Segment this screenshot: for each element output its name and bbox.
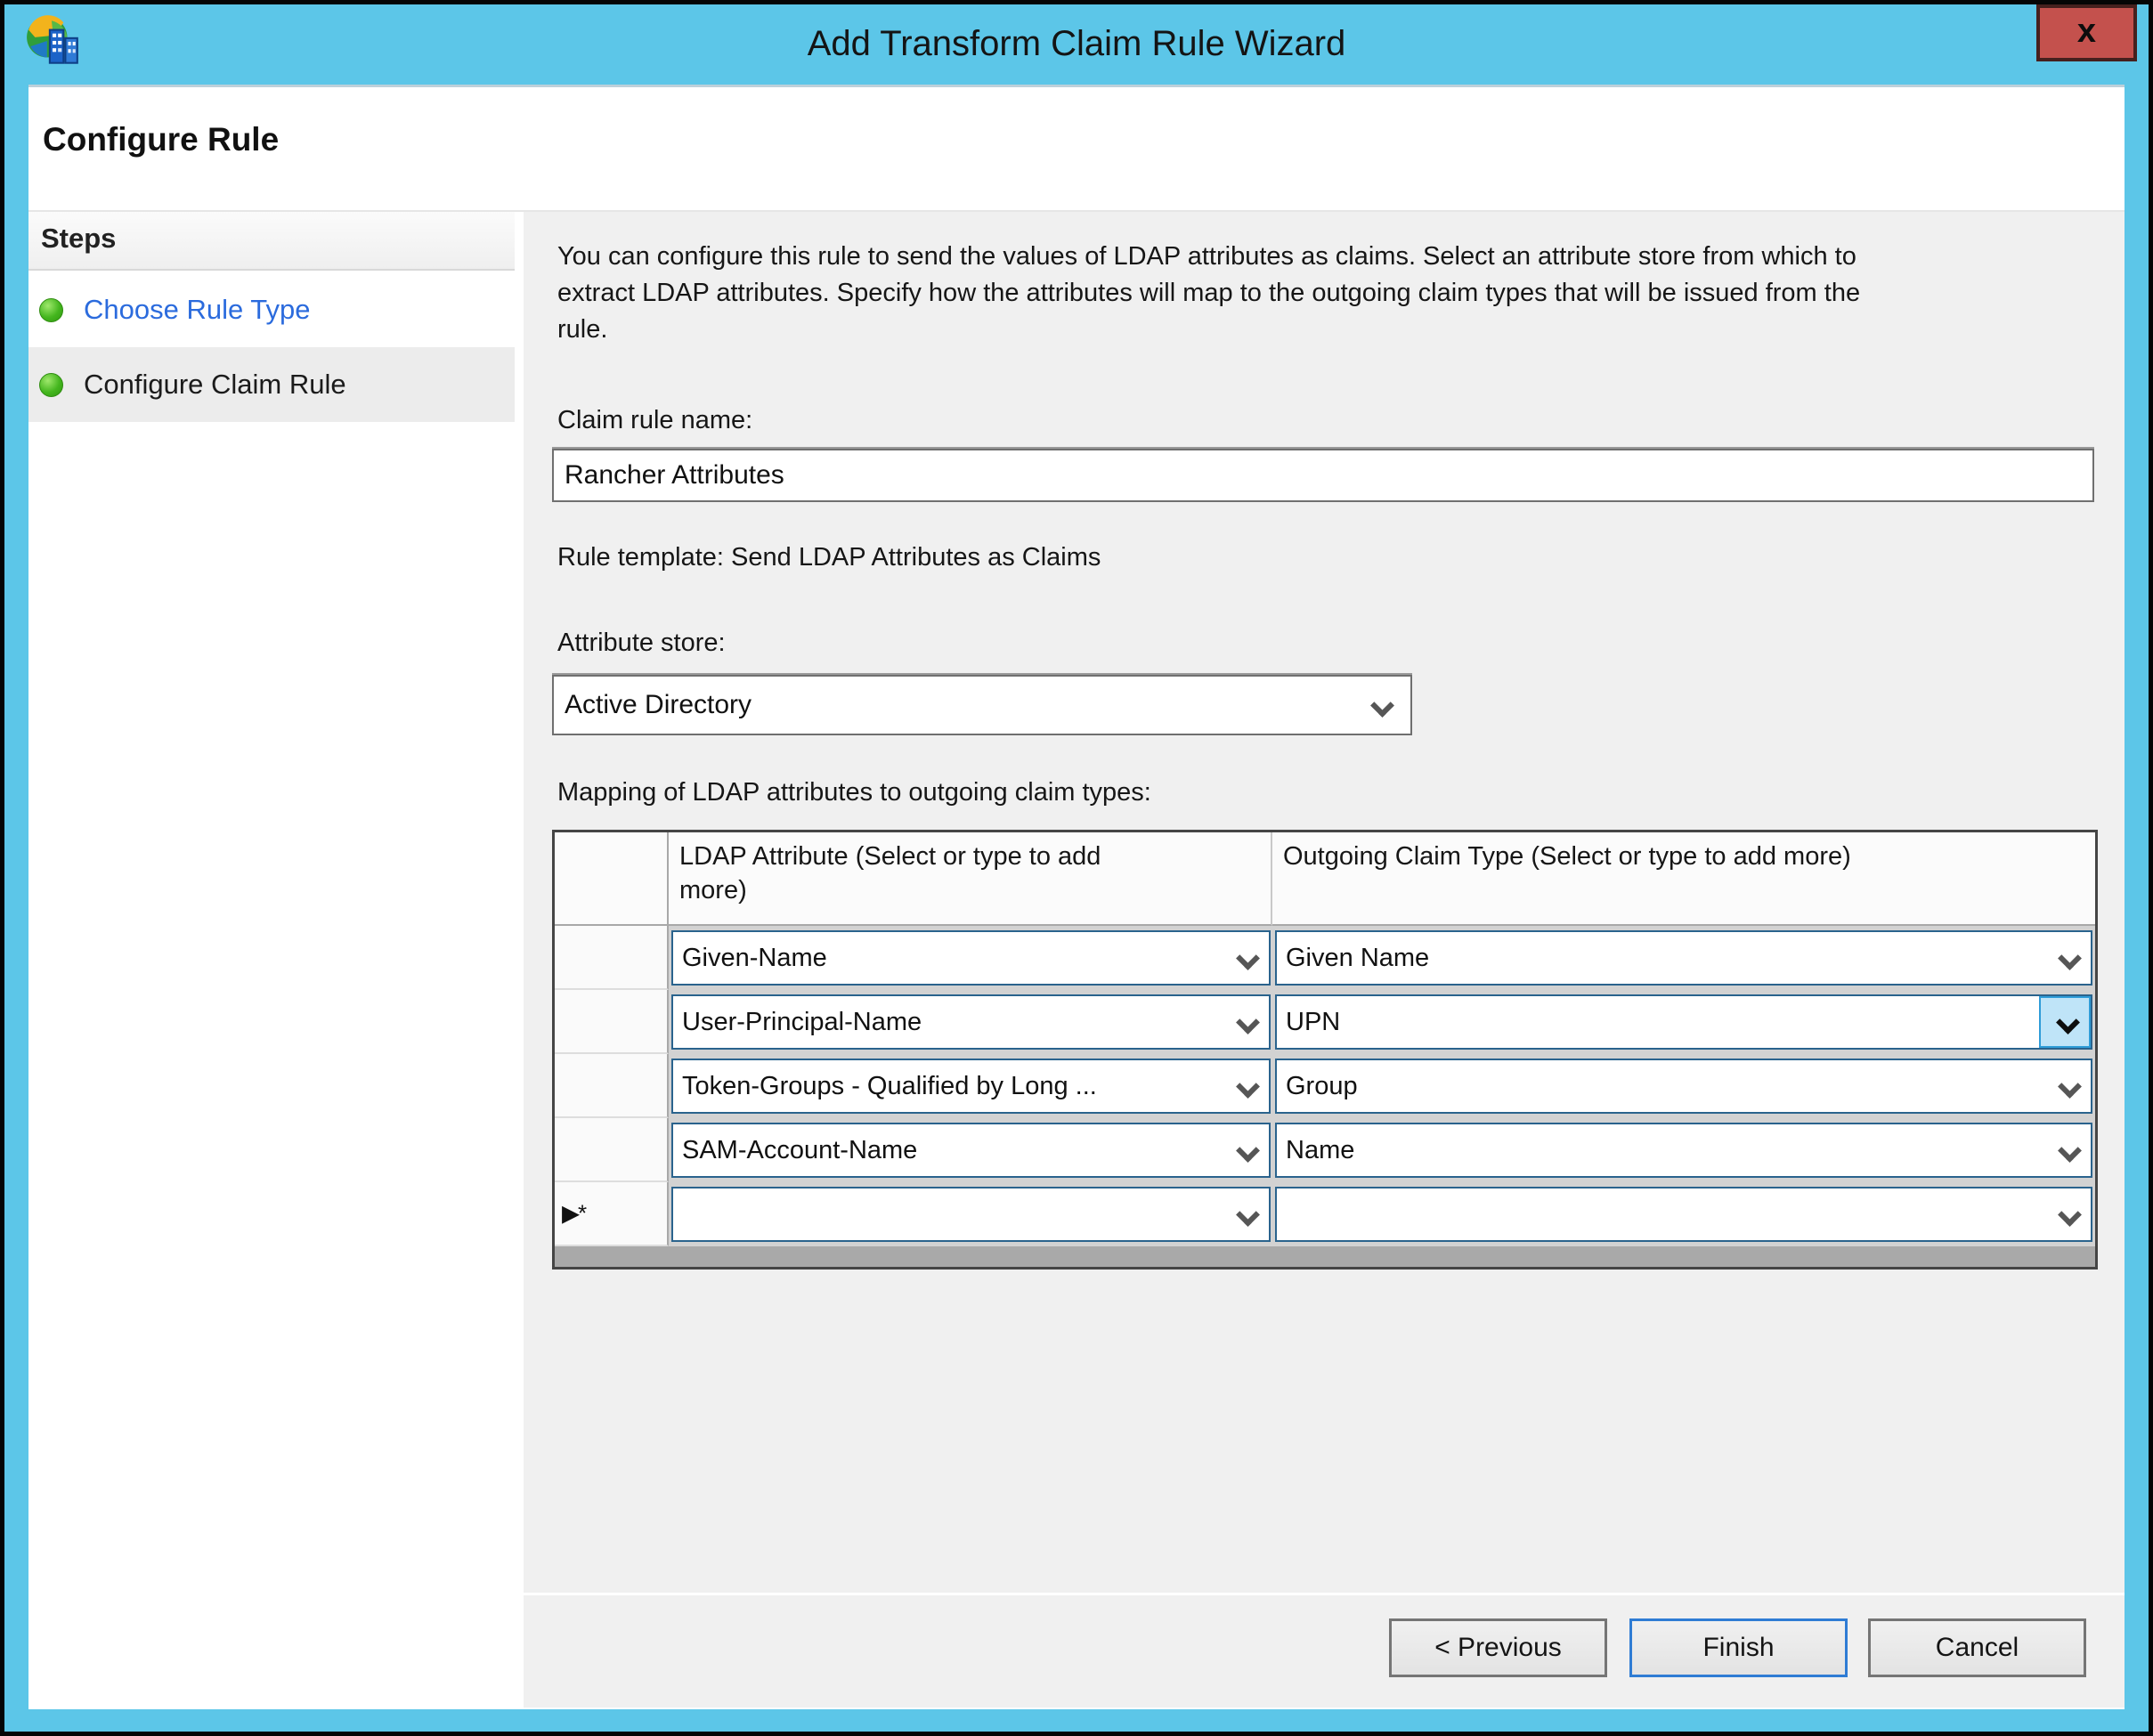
- chevron-down-icon: [2059, 1077, 2080, 1095]
- page-title: Configure Rule: [43, 121, 280, 158]
- outgoing-claim-type-select-row2[interactable]: UPN: [1275, 994, 2092, 1050]
- ldap-attribute-select-row3[interactable]: Token-Groups - Qualified by Long ...: [671, 1059, 1271, 1114]
- new-row-indicator-icon: ▶*: [562, 1199, 587, 1227]
- steps-sidebar: Steps Choose Rule Type Configure Claim R…: [28, 212, 515, 1708]
- ldap-mapping-grid: LDAP Attribute (Select or type to add mo…: [552, 830, 2098, 1270]
- finish-button[interactable]: Finish: [1629, 1618, 1848, 1677]
- chevron-down-icon: [2059, 949, 2080, 967]
- step-status-icon: [39, 298, 63, 322]
- outgoing-claim-type-select-newrow[interactable]: [1275, 1187, 2092, 1242]
- attribute-store-value: Active Directory: [565, 690, 752, 719]
- attribute-store-label: Attribute store:: [557, 629, 726, 657]
- step-status-icon: [39, 373, 63, 397]
- cancel-button[interactable]: Cancel: [1868, 1618, 2086, 1677]
- attribute-store-select[interactable]: Active Directory: [552, 675, 1412, 735]
- mapping-label: Mapping of LDAP attributes to outgoing c…: [557, 778, 1151, 807]
- row-header[interactable]: [555, 1118, 669, 1182]
- rule-description: You can configure this rule to send the …: [557, 242, 1861, 344]
- outgoing-claim-type-select-row4[interactable]: Name: [1275, 1123, 2092, 1178]
- main-panel: You can configure this rule to send the …: [515, 212, 2125, 1708]
- chevron-down-icon: [1237, 949, 1258, 967]
- footer-divider: [524, 1593, 2125, 1595]
- wizard-window: Add Transform Claim Rule Wizard x Config…: [4, 4, 2149, 1732]
- chevron-down-icon: [1371, 696, 1393, 714]
- ldap-attribute-select-row2[interactable]: User-Principal-Name: [671, 994, 1271, 1050]
- step-label: Configure Claim Rule: [84, 369, 346, 400]
- column-header-ldap-attribute: LDAP Attribute (Select or type to add mo…: [669, 832, 1272, 926]
- rule-template-text: Rule template: Send LDAP Attributes as C…: [557, 543, 1101, 572]
- window-title: Add Transform Claim Rule Wizard: [807, 24, 1346, 63]
- steps-header: Steps: [28, 212, 515, 271]
- dialog-body: Configure Rule Steps Choose Rule Type Co…: [28, 85, 2125, 1709]
- claim-rule-name-label: Claim rule name:: [557, 406, 753, 434]
- row-header[interactable]: [555, 1054, 669, 1118]
- grid-bottom-strip: [555, 1246, 2095, 1267]
- ldap-attribute-select-newrow[interactable]: [671, 1187, 1271, 1242]
- step-item-configure-claim-rule[interactable]: Configure Claim Rule: [28, 347, 515, 422]
- ldap-attribute-select-row1[interactable]: Given-Name: [671, 930, 1271, 986]
- chevron-down-icon: [2059, 1141, 2080, 1159]
- chevron-down-icon: [2059, 1205, 2080, 1223]
- chevron-down-icon: [2057, 1013, 2078, 1031]
- outgoing-claim-type-select-row1[interactable]: Given Name: [1275, 930, 2092, 986]
- claim-rule-name-input[interactable]: [552, 449, 2094, 502]
- chevron-down-icon: [1237, 1141, 1258, 1159]
- title-bar: Add Transform Claim Rule Wizard x: [4, 4, 2149, 85]
- ldap-attribute-select-row4[interactable]: SAM-Account-Name: [671, 1123, 1271, 1178]
- new-row-header[interactable]: ▶*: [555, 1182, 669, 1246]
- row-header[interactable]: [555, 990, 669, 1054]
- previous-button[interactable]: < Previous: [1389, 1618, 1607, 1677]
- step-item-choose-rule-type[interactable]: Choose Rule Type: [28, 272, 515, 347]
- column-header-outgoing-claim-type: Outgoing Claim Type (Select or type to a…: [1272, 832, 2095, 926]
- close-button[interactable]: x: [2036, 4, 2137, 61]
- chevron-down-icon: [1237, 1205, 1258, 1223]
- row-header[interactable]: [555, 926, 669, 990]
- grid-corner-cell: [555, 832, 669, 926]
- chevron-down-icon: [1237, 1077, 1258, 1095]
- outgoing-claim-type-select-row3[interactable]: Group: [1275, 1059, 2092, 1114]
- step-label: Choose Rule Type: [84, 294, 311, 325]
- chevron-down-icon: [1237, 1013, 1258, 1031]
